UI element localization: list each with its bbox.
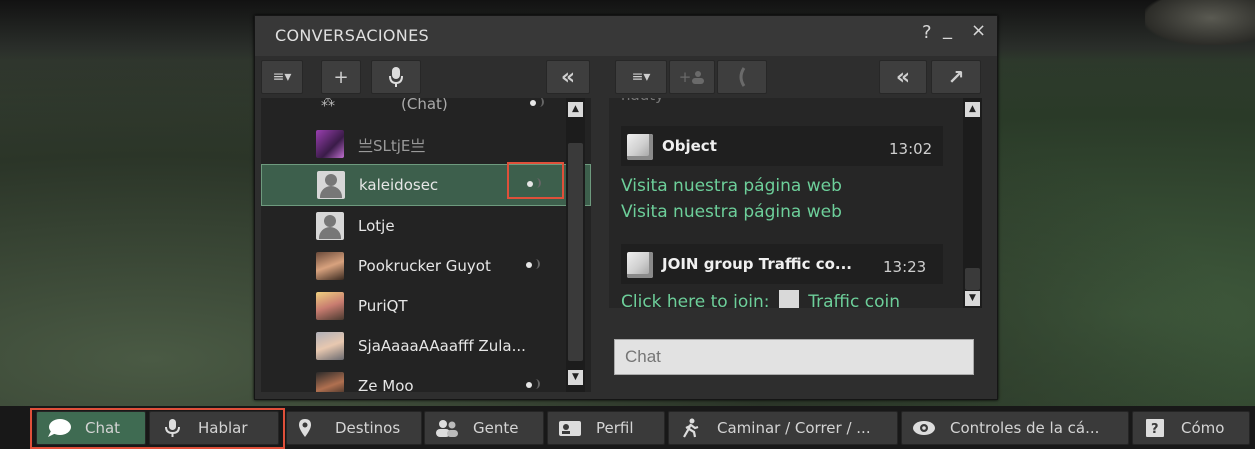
message-header: Object 13:02 <box>621 126 943 166</box>
people-button-label: Gente <box>473 419 519 437</box>
collapse-list-button[interactable]: « <box>546 60 590 94</box>
object-cube-icon <box>627 134 653 160</box>
conversation-options-button[interactable]: ≡▾ <box>261 60 303 94</box>
chat-options-button[interactable]: ≡▾ <box>615 60 667 94</box>
avatar <box>316 372 344 392</box>
avatar <box>316 252 344 280</box>
list-item-label: SjaAaaaAAaafff Zula... <box>358 337 526 355</box>
list-scrollbar[interactable]: ▲ ▼ <box>566 98 585 392</box>
conversation-list[interactable]: ⁂ (Chat) 亗SLtjE亗 kaleidosec Lotje Pookru… <box>261 98 591 392</box>
scroll-thumb[interactable] <box>965 268 980 290</box>
minimize-button[interactable]: _ <box>943 19 952 40</box>
how-to-button-label: Cómo <box>1181 419 1225 437</box>
list-item[interactable]: Lotje <box>261 206 591 246</box>
walking-icon <box>683 418 699 438</box>
list-item-label: Pookrucker Guyot <box>358 257 491 275</box>
help-book-icon: ? <box>1146 419 1164 437</box>
message-prefix: Click here to join: <box>621 292 770 308</box>
list-item[interactable]: Pookrucker Guyot <box>261 246 591 286</box>
plus-icon: + <box>678 68 692 86</box>
profile-button-label: Perfil <box>596 419 634 437</box>
voice-settings-button[interactable] <box>371 60 421 94</box>
user-avatar-icon <box>778 290 799 308</box>
map-pin-icon <box>299 419 311 437</box>
list-item-label: (Chat) <box>401 98 448 113</box>
list-item[interactable]: SjaAaaaAAaafff Zula... <box>261 326 591 366</box>
list-item-label: kaleidosec <box>359 176 439 194</box>
chat-input[interactable] <box>614 339 974 375</box>
highlight-chat-speak <box>30 408 285 449</box>
double-chevron-left-icon: « <box>895 64 911 90</box>
people-icon <box>436 420 458 437</box>
voice-indicator-icon <box>525 378 540 392</box>
scene-rock <box>1145 0 1255 45</box>
plus-icon: + <box>333 66 349 88</box>
how-to-button[interactable]: ? Cómo <box>1132 411 1250 445</box>
close-button[interactable]: × <box>971 20 986 41</box>
scroll-up-arrow-icon[interactable]: ▲ <box>568 102 583 117</box>
avatar <box>316 212 344 240</box>
avatar <box>316 130 344 158</box>
message-sender[interactable]: Object <box>662 137 717 155</box>
camera-controls-button[interactable]: Controles de la cá... <box>901 411 1129 445</box>
walk-run-button[interactable]: Caminar / Correr / ... <box>668 411 898 445</box>
message-header: JOIN group Traffic co... 13:23 <box>621 244 943 284</box>
message-sender[interactable]: JOIN group Traffic co... <box>662 255 852 273</box>
highlight-voice-indicator <box>507 162 564 199</box>
list-item[interactable]: Ze Moo <box>261 366 591 392</box>
options-menu-icon: ≡▾ <box>272 69 292 85</box>
scroll-down-arrow-icon[interactable]: ▼ <box>568 370 583 385</box>
object-cube-icon <box>627 252 653 278</box>
avatar <box>316 292 344 320</box>
add-friend-button[interactable]: + <box>669 60 715 94</box>
double-chevron-left-icon: « <box>560 64 576 90</box>
list-item[interactable]: PuriQT <box>261 286 591 326</box>
tear-off-button[interactable]: ↗ <box>931 60 981 94</box>
people-button[interactable]: Gente <box>424 411 544 445</box>
microphone-icon <box>389 67 403 87</box>
message-text: Visita nuestra página web <box>621 176 842 196</box>
message-text: Click here to join: Traffic coin <box>621 290 900 308</box>
window-titlebar[interactable]: CONVERSACIONES ? _ × <box>255 16 997 56</box>
chat-scrollbar[interactable]: ▲ ▼ <box>963 98 982 308</box>
list-item-label: Lotje <box>358 217 395 235</box>
message-text: Visita nuestra página web <box>621 202 842 222</box>
chat-cut-line: nauty <box>621 98 664 104</box>
destinations-button[interactable]: Destinos <box>286 411 422 445</box>
window-title: CONVERSACIONES <box>275 26 429 45</box>
message-link[interactable]: Traffic coin <box>808 292 900 308</box>
id-card-icon <box>559 421 581 436</box>
scroll-down-arrow-icon[interactable]: ▼ <box>965 291 980 306</box>
eye-icon <box>913 421 935 435</box>
voice-indicator-icon <box>529 98 544 110</box>
list-item-label: 亗SLtjE亗 <box>358 137 426 155</box>
profile-button[interactable]: Perfil <box>547 411 665 445</box>
message-time: 13:02 <box>889 140 933 158</box>
camera-controls-button-label: Controles de la cá... <box>950 419 1100 437</box>
phone-icon <box>739 67 746 87</box>
options-menu-icon: ≡▾ <box>631 69 651 85</box>
walk-run-button-label: Caminar / Correr / ... <box>717 419 871 437</box>
call-button[interactable] <box>717 60 767 94</box>
voice-indicator-icon <box>525 258 540 272</box>
help-button[interactable]: ? <box>922 22 932 43</box>
arrow-up-right-icon: ↗ <box>947 65 965 89</box>
list-item-label: Ze Moo <box>358 377 414 392</box>
person-icon <box>692 71 705 84</box>
list-item[interactable]: ⁂ (Chat) <box>261 98 591 124</box>
message-time: 13:23 <box>883 258 927 276</box>
svg-text:?: ? <box>1151 422 1159 437</box>
destinations-button-label: Destinos <box>335 419 401 437</box>
avatar <box>317 171 345 199</box>
chat-history[interactable]: nauty Object 13:02 Visita nuestra página… <box>609 98 965 308</box>
collapse-chat-button[interactable]: « <box>879 60 927 94</box>
list-item[interactable]: 亗SLtjE亗 <box>261 124 591 164</box>
add-conversation-button[interactable]: + <box>321 60 361 94</box>
scroll-up-arrow-icon[interactable]: ▲ <box>965 102 980 117</box>
scroll-thumb[interactable] <box>568 143 583 361</box>
list-item-label: PuriQT <box>358 297 408 315</box>
avatar <box>316 332 344 360</box>
chat-item-icon: ⁂ <box>321 98 335 110</box>
